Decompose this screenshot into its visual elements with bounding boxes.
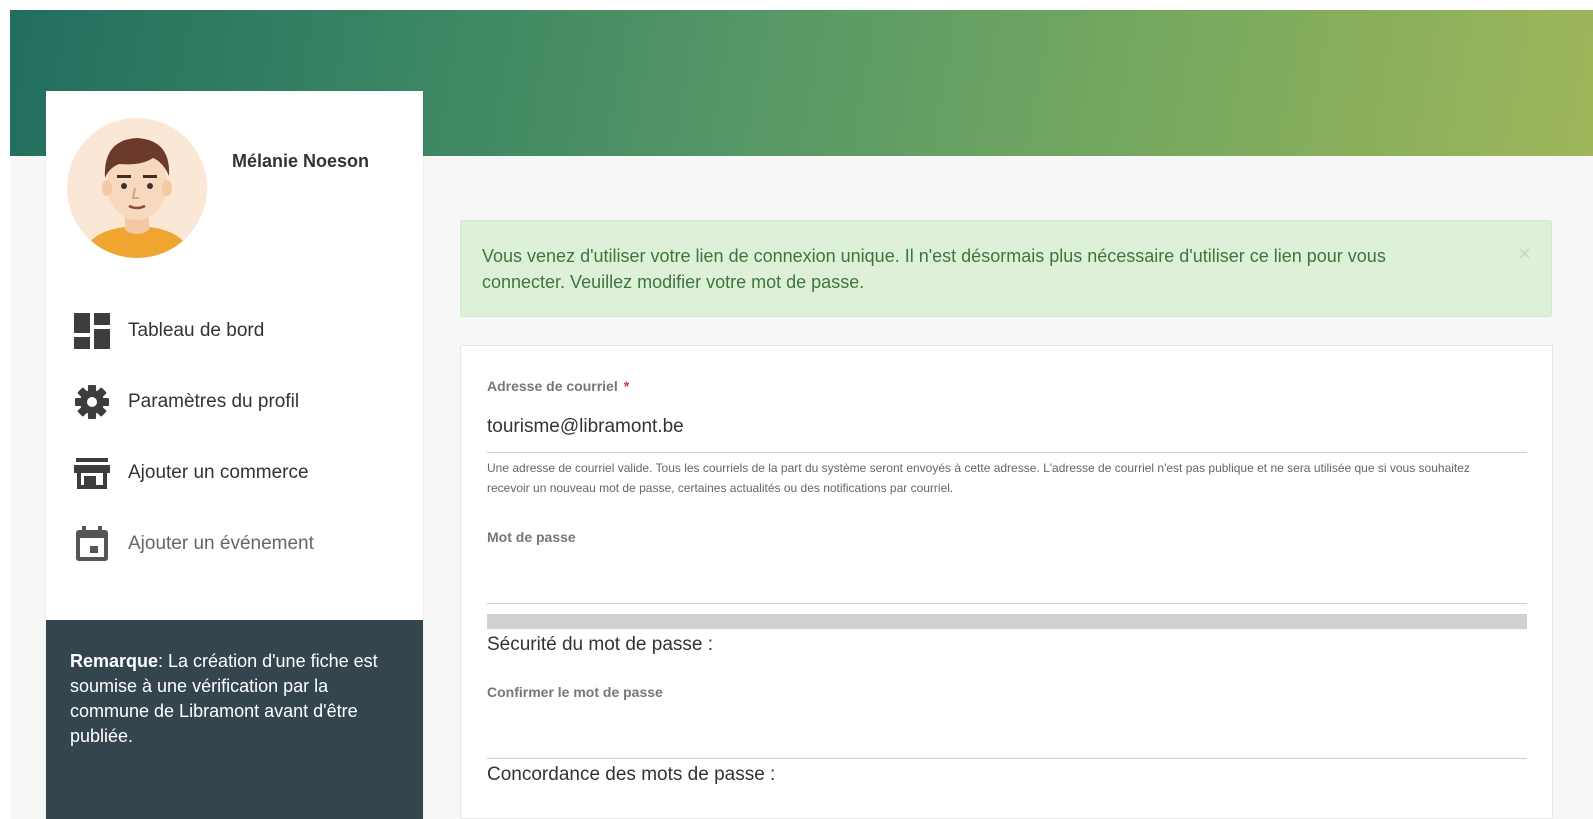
sidebar-item-label: Ajouter un commerce	[128, 462, 309, 483]
avatar	[67, 118, 207, 258]
confirm-password-underline	[487, 758, 1527, 759]
dashboard-icon	[74, 313, 110, 349]
alert-message: Vous venez d'utiliser votre lien de conn…	[482, 246, 1386, 292]
password-match-label: Concordance des mots de passe :	[487, 764, 776, 785]
email-field-underline	[487, 452, 1527, 453]
store-icon	[74, 458, 110, 489]
password-strength-bar	[487, 614, 1527, 629]
sidebar-note: Remarque: La création d'une fiche est so…	[46, 620, 423, 819]
sidebar-item-label: Ajouter un événement	[128, 533, 314, 554]
sidebar-nav: Tableau de bord Paramètres du profil Ajo…	[74, 313, 404, 597]
password-field-underline	[487, 603, 1527, 604]
confirm-password-field[interactable]	[487, 723, 1527, 757]
note-title: Remarque	[70, 651, 159, 671]
email-help-text: Une adresse de courriel valide. Tous les…	[487, 461, 1470, 495]
user-name: Mélanie Noeson	[232, 151, 370, 171]
avatar-illustration	[67, 118, 207, 258]
account-form: Adresse de courriel * tourisme@libramont.…	[460, 345, 1553, 819]
sidebar-item-profile-settings[interactable]: Paramètres du profil	[74, 384, 404, 455]
required-marker: *	[623, 378, 630, 394]
status-alert: Vous venez d'utiliser votre lien de conn…	[460, 220, 1552, 317]
password-label: Mot de passe	[487, 529, 576, 545]
password-field[interactable]	[487, 568, 1527, 602]
password-strength-label: Sécurité du mot de passe :	[487, 634, 714, 655]
gear-icon	[75, 385, 109, 419]
sidebar-item-label: Tableau de bord	[128, 320, 265, 341]
email-field[interactable]: tourisme@libramont.be	[487, 416, 684, 438]
confirm-password-label: Confirmer le mot de passe	[487, 684, 663, 700]
sidebar-item-add-event[interactable]: Ajouter un événement	[74, 526, 404, 597]
sidebar-item-add-business[interactable]: Ajouter un commerce	[74, 455, 404, 526]
sidebar: Mélanie Noeson Tableau de bord Paramètre…	[46, 91, 423, 819]
sidebar-item-label: Paramètres du profil	[128, 391, 300, 412]
close-icon[interactable]: ×	[1518, 243, 1531, 265]
email-label: Adresse de courriel *	[487, 378, 629, 394]
email-label-text: Adresse de courriel	[487, 378, 618, 394]
sidebar-item-dashboard[interactable]: Tableau de bord	[74, 313, 404, 384]
calendar-icon	[76, 526, 108, 561]
